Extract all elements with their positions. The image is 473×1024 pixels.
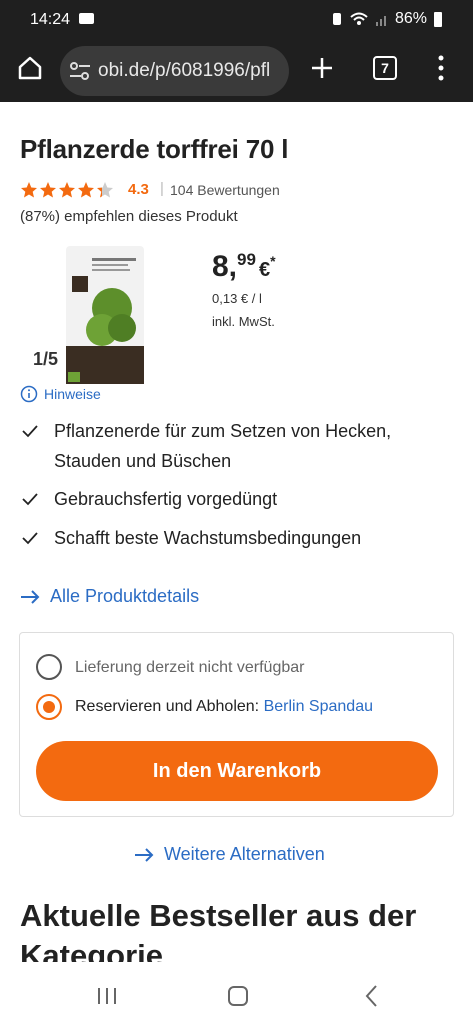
all-product-details-label: Alle Produktdetails: [50, 586, 200, 606]
feature-item: Gebrauchsfertig vorgedüngt: [20, 484, 440, 514]
new-tab-icon[interactable]: [309, 55, 335, 81]
arrow-right-icon: [21, 589, 40, 604]
home-nav-icon[interactable]: [228, 986, 248, 1006]
wifi-icon: [350, 12, 368, 25]
star-icon: [40, 182, 56, 198]
feature-item: Pflanzenerde für zum Setzen von Hecken, …: [20, 416, 440, 476]
home-icon[interactable]: [16, 54, 44, 82]
battery-icon: [434, 12, 442, 27]
feature-text: Gebrauchsfertig vorgedüngt: [54, 489, 278, 509]
rating-separator: |: [160, 180, 164, 197]
product-title: Pflanzerde torffrei 70 l: [20, 134, 289, 164]
price-currency: €: [258, 259, 271, 281]
battery-saver-icon: [332, 13, 341, 25]
feature-text: Schafft beste Wachstumsbedingungen: [54, 528, 362, 548]
hints-link[interactable]: Hinweise: [20, 385, 101, 403]
signal-icon: [375, 16, 386, 26]
star-icon: [78, 182, 94, 198]
price-cents: 99: [237, 250, 256, 269]
recent-apps-icon[interactable]: [96, 986, 118, 1006]
browser-toolbar: obi.de/p/6081996/pfl 7: [0, 40, 473, 102]
status-bar: 14:24 86%: [0, 0, 473, 40]
hints-link-label: Hinweise: [44, 386, 101, 402]
rating-count[interactable]: 104 Bewertungen: [170, 182, 280, 198]
fulfillment-options: Lieferung derzeit nicht verfügbar Reserv…: [19, 632, 454, 817]
pickup-store-link[interactable]: Berlin Spandau: [264, 698, 373, 715]
check-icon: [22, 425, 38, 438]
star-icon: [59, 182, 75, 198]
price: 8,99 €*: [212, 250, 276, 284]
rating-value[interactable]: 4.3: [128, 181, 149, 198]
image-counter: 1/5: [33, 349, 59, 369]
rating-stars: [21, 182, 113, 198]
back-icon[interactable]: [364, 984, 378, 1008]
star-partial-icon: [97, 182, 113, 198]
check-icon: [22, 493, 38, 506]
status-indicators: 86%: [331, 10, 443, 28]
add-to-cart-button[interactable]: In den Warenkorb: [36, 741, 438, 801]
radio-pickup[interactable]: [36, 694, 62, 720]
system-nav-bar: [0, 964, 473, 1024]
tax-note: inkl. MwSt.: [212, 314, 275, 329]
more-alternatives-label: Weitere Alternativen: [164, 844, 325, 864]
url-bar[interactable]: obi.de/p/6081996/pfl: [60, 46, 289, 96]
arrow-right-icon: [135, 847, 154, 862]
all-product-details-link[interactable]: Alle Produktdetails: [20, 586, 199, 607]
bestseller-heading: Aktuelle Bestseller aus der Kategorie: [20, 898, 417, 962]
radio-delivery[interactable]: [36, 654, 62, 680]
more-menu-icon[interactable]: [438, 55, 444, 81]
feature-item: Schafft beste Wachstumsbedingungen: [20, 523, 440, 553]
check-icon: [22, 532, 38, 545]
feature-text: Pflanzenerde für zum Setzen von Hecken, …: [54, 421, 392, 471]
price-asterisk: *: [270, 253, 276, 269]
unit-price: 0,13 € / l: [212, 291, 262, 306]
recommend-text: (87%) empfehlen dieses Produkt: [20, 208, 238, 225]
product-image[interactable]: [66, 246, 144, 384]
delivery-option-label: Lieferung derzeit nicht verfügbar: [75, 659, 305, 676]
price-main: 8,: [212, 250, 238, 283]
pickup-option-text: Reservieren und Abholen:: [75, 698, 264, 715]
info-icon: [20, 385, 38, 403]
site-settings-icon[interactable]: [68, 60, 92, 82]
url-text: obi.de/p/6081996/pfl: [98, 60, 271, 81]
status-time: 14:24: [30, 11, 71, 28]
tab-switcher-button[interactable]: 7: [373, 56, 397, 80]
pickup-option-label: Reservieren und Abholen: Berlin Spandau: [75, 698, 373, 716]
mail-icon: [79, 13, 94, 24]
star-icon: [21, 182, 37, 198]
more-alternatives-link[interactable]: Weitere Alternativen: [134, 844, 325, 865]
battery-level: 86%: [394, 10, 427, 27]
